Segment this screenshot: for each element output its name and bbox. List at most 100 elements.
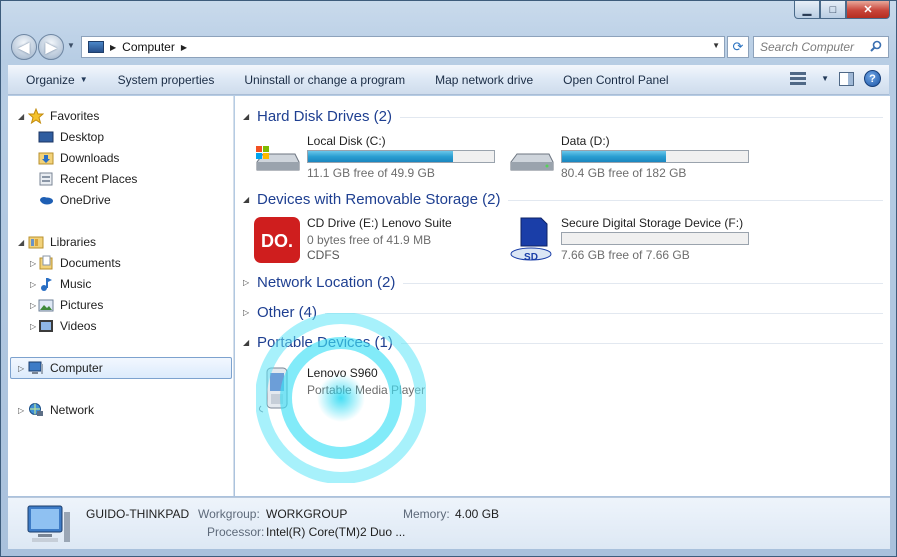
uninstall-program-button[interactable]: Uninstall or change a program bbox=[229, 65, 420, 95]
pictures-icon bbox=[38, 299, 54, 312]
nav-item-pictures[interactable]: Pictures bbox=[38, 295, 103, 315]
group-title: Portable Devices (1) bbox=[257, 333, 393, 351]
nav-network[interactable]: Network bbox=[28, 400, 94, 420]
nav-item-desktop[interactable]: Desktop bbox=[38, 127, 104, 147]
drive-usage-bar bbox=[307, 150, 495, 163]
preview-pane-icon[interactable] bbox=[839, 71, 854, 86]
map-network-drive-button[interactable]: Map network drive bbox=[420, 65, 548, 95]
close-button[interactable]: ✕ bbox=[846, 1, 890, 19]
drive-name: CD Drive (E:) Lenovo Suite bbox=[307, 216, 452, 230]
refresh-icon: ⟳ bbox=[732, 39, 744, 54]
desktop-icon bbox=[38, 131, 54, 143]
maximize-button[interactable]: □ bbox=[820, 1, 846, 19]
collapse-arrow-icon[interactable]: ◢ bbox=[243, 112, 257, 121]
search-box[interactable] bbox=[753, 36, 889, 58]
change-view-icon[interactable] bbox=[790, 71, 807, 86]
group-header-network-location[interactable]: ▷ Network Location (2) bbox=[243, 272, 883, 292]
music-icon bbox=[41, 278, 52, 291]
drive-name: Local Disk (C:) bbox=[307, 134, 386, 148]
nav-item-label: Recent Places bbox=[60, 172, 138, 186]
nav-item-videos[interactable]: Videos bbox=[38, 316, 96, 336]
nav-favorites[interactable]: Favorites bbox=[28, 106, 99, 126]
sd-card-icon: SD bbox=[510, 217, 552, 263]
drive-f[interactable]: SD Secure Digital Storage Device (F:) 7.… bbox=[507, 216, 749, 264]
drive-usage-bar bbox=[561, 150, 749, 163]
nav-item-music[interactable]: Music bbox=[38, 274, 91, 294]
drive-usage-bar bbox=[561, 232, 749, 245]
minimize-button[interactable]: ▁ bbox=[794, 1, 820, 19]
forward-button[interactable]: ▶ bbox=[38, 34, 64, 60]
breadcrumb-chevron-icon[interactable]: ▶ bbox=[110, 43, 116, 52]
drive-name: Secure Digital Storage Device (F:) bbox=[561, 216, 744, 230]
videos-icon bbox=[39, 320, 53, 332]
collapse-arrow-icon[interactable]: ◢ bbox=[18, 238, 24, 247]
expand-arrow-icon[interactable]: ▷ bbox=[243, 308, 257, 317]
open-control-panel-button[interactable]: Open Control Panel bbox=[548, 65, 683, 95]
nav-item-recent-places[interactable]: Recent Places bbox=[38, 169, 137, 189]
nav-item-label: Music bbox=[60, 277, 92, 291]
nav-network-label: Network bbox=[50, 403, 95, 417]
drive-free-space: 11.1 GB free of 49.9 GB bbox=[307, 166, 435, 180]
details-pane: GUIDO-THINKPAD Workgroup: WORKGROUP Memo… bbox=[8, 497, 890, 549]
breadcrumb-computer[interactable]: Computer bbox=[122, 40, 175, 54]
recent-pages-dropdown[interactable]: ▼ bbox=[67, 41, 75, 50]
nav-libraries[interactable]: Libraries bbox=[28, 232, 96, 252]
nav-item-label: Desktop bbox=[60, 130, 105, 144]
caption-buttons: ▁ □ ✕ bbox=[794, 1, 890, 19]
documents-icon bbox=[39, 255, 53, 270]
computer-icon bbox=[88, 41, 104, 53]
group-header-removable-storage[interactable]: ◢ Devices with Removable Storage (2) bbox=[243, 189, 883, 209]
nav-item-documents[interactable]: Documents bbox=[38, 253, 121, 273]
drive-free-space: 80.4 GB free of 182 GB bbox=[561, 166, 687, 180]
group-divider bbox=[325, 313, 883, 314]
nav-item-downloads[interactable]: Downloads bbox=[38, 148, 119, 168]
address-bar[interactable]: ▶ Computer ▶ ▼ bbox=[81, 36, 725, 58]
group-header-other[interactable]: ▷ Other (4) bbox=[243, 302, 883, 322]
cd-drive-logo-text: DO. bbox=[261, 231, 293, 251]
collapse-arrow-icon[interactable]: ◢ bbox=[18, 112, 24, 121]
expand-arrow-icon[interactable]: ▷ bbox=[243, 278, 257, 287]
expand-arrow-icon[interactable]: ▷ bbox=[18, 406, 24, 415]
expand-arrow-icon[interactable]: ▷ bbox=[30, 301, 36, 310]
nav-item-label: OneDrive bbox=[60, 193, 111, 207]
forward-arrow-icon: ▶ bbox=[45, 38, 57, 55]
expand-arrow-icon[interactable]: ▷ bbox=[30, 259, 36, 268]
search-input[interactable] bbox=[760, 40, 870, 54]
organize-label: Organize bbox=[26, 72, 75, 87]
nav-item-onedrive[interactable]: OneDrive bbox=[38, 190, 111, 210]
drive-name: Data (D:) bbox=[561, 134, 610, 148]
drive-c[interactable]: Local Disk (C:) 11.1 GB free of 49.9 GB bbox=[253, 134, 495, 182]
device-type: Portable Media Player bbox=[307, 383, 426, 397]
collapse-arrow-icon[interactable]: ◢ bbox=[243, 338, 257, 347]
breadcrumb-chevron-icon[interactable]: ▶ bbox=[181, 43, 187, 52]
nav-item-label: Downloads bbox=[60, 151, 120, 165]
group-divider bbox=[403, 283, 883, 284]
drive-e[interactable]: DO. CD Drive (E:) Lenovo Suite 0 bytes f… bbox=[253, 216, 452, 264]
group-header-hard-disk-drives[interactable]: ◢ Hard Disk Drives (2) bbox=[243, 106, 883, 126]
memory-label: Memory: bbox=[403, 507, 450, 521]
search-icon[interactable] bbox=[870, 40, 882, 52]
back-button[interactable]: ◀ bbox=[11, 34, 37, 60]
expand-arrow-icon[interactable]: ▷ bbox=[30, 280, 36, 289]
group-header-portable-devices[interactable]: ◢ Portable Devices (1) bbox=[243, 332, 883, 352]
computer-large-icon bbox=[27, 505, 70, 542]
address-history-dropdown-icon[interactable]: ▼ bbox=[712, 41, 720, 50]
group-divider bbox=[508, 200, 883, 201]
organize-menu[interactable]: Organize ▼ bbox=[8, 65, 103, 95]
drive-free-space: 0 bytes free of 41.9 MB bbox=[307, 233, 432, 247]
network-icon bbox=[29, 403, 43, 416]
drive-d[interactable]: Data (D:) 80.4 GB free of 182 GB bbox=[507, 134, 749, 182]
view-options-dropdown-icon[interactable]: ▼ bbox=[821, 74, 829, 83]
system-properties-button[interactable]: System properties bbox=[103, 65, 230, 95]
expand-arrow-icon[interactable]: ▷ bbox=[18, 364, 24, 373]
processor-label: Processor: bbox=[207, 525, 265, 539]
help-icon[interactable]: ? bbox=[864, 70, 881, 87]
back-arrow-icon: ◀ bbox=[18, 38, 30, 55]
star-icon bbox=[28, 108, 44, 124]
expand-arrow-icon[interactable]: ▷ bbox=[30, 322, 36, 331]
nav-item-label: Videos bbox=[60, 319, 97, 333]
portable-device-lenovo[interactable]: Lenovo S960 Portable Media Player bbox=[253, 366, 425, 414]
nav-computer[interactable]: Computer bbox=[28, 358, 103, 378]
collapse-arrow-icon[interactable]: ◢ bbox=[243, 195, 257, 204]
refresh-button[interactable]: ⟳ bbox=[727, 36, 749, 58]
